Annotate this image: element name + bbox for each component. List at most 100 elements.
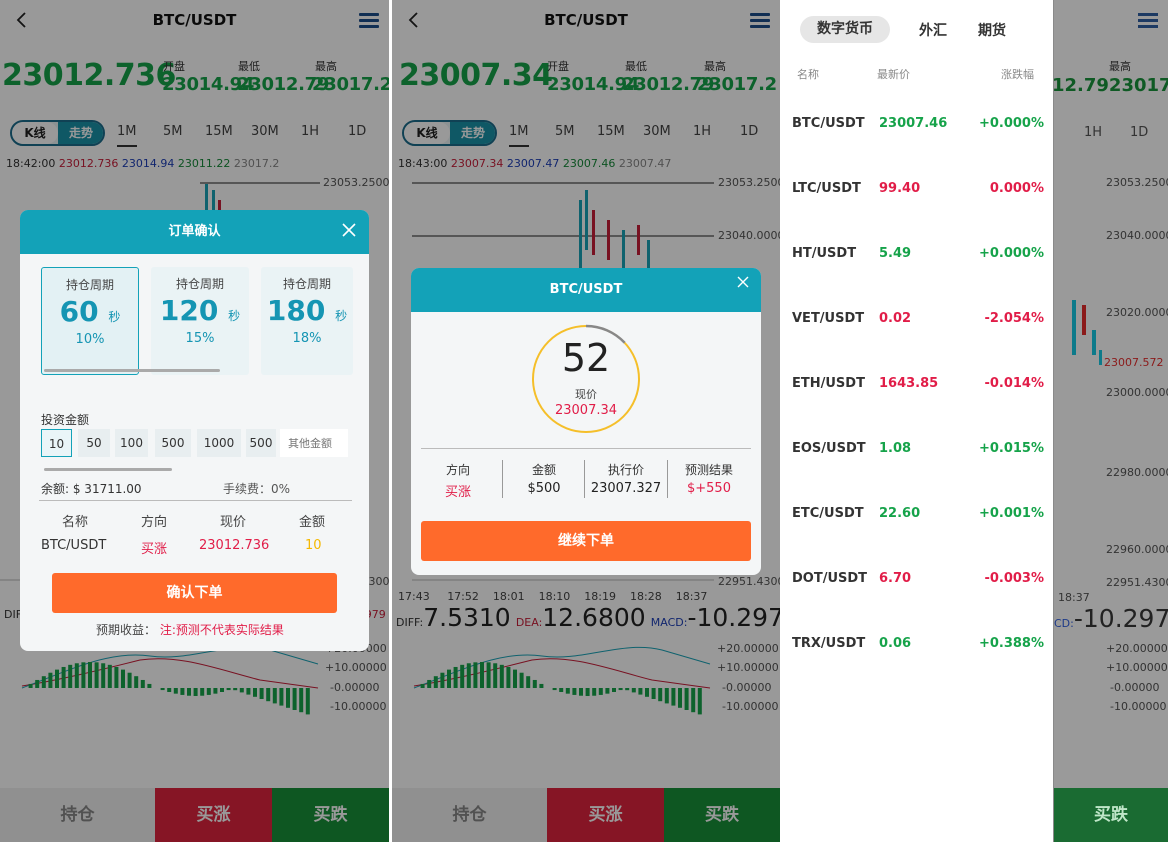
col-result-label: 预测结果 [684, 463, 733, 477]
candle [1092, 330, 1096, 355]
col-change-header: 涨跌幅 [1001, 68, 1034, 81]
row-price: 23007.46 [879, 116, 948, 131]
continue-order-button[interactable]: 继续下单 [421, 521, 751, 561]
macd-axis-label: +10.00000 [1106, 661, 1168, 674]
y-label: 23040.0000 [1106, 229, 1168, 242]
td-amount: 10 [305, 538, 322, 553]
amount-100[interactable]: 100 [115, 429, 148, 457]
row-price: 99.40 [879, 181, 921, 196]
market-row[interactable]: VET/USDT 0.02 -2.054% [781, 301, 1053, 351]
amount-500b[interactable]: 500 [246, 429, 276, 457]
market-row[interactable]: HT/USDT 5.49 +0.000% [781, 236, 1053, 286]
market-row[interactable]: ETC/USDT 22.60 +0.001% [781, 496, 1053, 546]
dimmed-chart: 最高 12.7923017.2 1H 1D 23053.2500 23040.0… [1054, 0, 1168, 842]
countdown-modal: BTC/USDT 52 现价 23007.34 方向 买涨 金额 $500 执行… [411, 268, 761, 575]
row-change: -0.003% [984, 571, 1044, 586]
col-amount-value: $500 [527, 481, 561, 496]
y-label: 23000.0000 [1106, 386, 1168, 399]
row-price: 5.49 [879, 246, 912, 261]
amount-1000[interactable]: 1000 [197, 429, 241, 457]
market-row[interactable]: LTC/USDT 99.40 0.000% [781, 171, 1053, 221]
th-price: 现价 [220, 515, 247, 530]
tab-futures[interactable]: 期货 [978, 20, 1006, 40]
market-row[interactable]: DOT/USDT 6.70 -0.003% [781, 561, 1053, 611]
candle [1072, 300, 1076, 355]
row-price: 6.70 [879, 571, 912, 586]
market-row[interactable]: EOS/USDT 1.08 +0.015% [781, 431, 1053, 481]
col-exec-value: 23007.327 [590, 481, 662, 496]
menu-icon[interactable] [1138, 13, 1158, 29]
amount-500[interactable]: 500 [155, 429, 191, 457]
y-label: 22951.4300 [1106, 576, 1168, 589]
order-confirm-modal: 订单确认 持仓周期 60 秒 10% 持仓周期 120 秒 15% 持仓周期 1… [20, 210, 369, 651]
row-price: 0.02 [879, 311, 912, 326]
row-change: +0.388% [978, 636, 1044, 651]
expected-profit: 预期收益： 注:预测不代表实际结果 [96, 623, 284, 637]
market-row[interactable]: TRX/USDT 0.06 +0.388% [781, 626, 1053, 676]
fee-text: 手续费：0% [223, 482, 291, 496]
row-symbol: VET/USDT [792, 311, 865, 326]
dimmed-candles [1072, 300, 1102, 365]
row-change: -0.014% [984, 376, 1044, 391]
y-label: 22980.0000 [1106, 466, 1168, 479]
modal-title: BTC/USDT [411, 268, 761, 312]
row-symbol: HT/USDT [792, 246, 857, 261]
period-card-120[interactable]: 持仓周期 120 秒 15% [151, 267, 249, 375]
td-name: BTC/USDT [41, 538, 107, 553]
screen-trade-order: BTC/USDT 23012.736 开盘 最低 最高 23014.94 230… [0, 0, 389, 842]
y-label: 22960.0000 [1106, 543, 1168, 556]
high-label: 最高 [1109, 60, 1131, 73]
col-direction-label: 方向 [445, 463, 470, 477]
tf-1h[interactable]: 1H [1084, 125, 1102, 140]
price-label: 现价 [575, 388, 597, 401]
screen-order-countdown: BTC/USDT 23007.34 开盘 最低 最高 23014.94 2301… [392, 0, 780, 842]
td-direction: 买涨 [141, 542, 168, 557]
tf-1d[interactable]: 1D [1130, 125, 1148, 140]
col-result-value: $+550 [687, 481, 731, 496]
y-label: 23053.2500 [1106, 176, 1168, 189]
amount-scrollbar[interactable] [44, 468, 172, 471]
row-change: 0.000% [989, 181, 1044, 196]
close-icon[interactable] [737, 276, 749, 288]
market-row[interactable]: ETH/USDT 1643.85 -0.014% [781, 366, 1053, 416]
amount-10[interactable]: 10 [41, 429, 72, 457]
other-amount-input[interactable] [280, 429, 348, 457]
th-direction: 方向 [141, 515, 168, 530]
row-change: +0.000% [978, 116, 1044, 131]
market-row[interactable]: BTC/USDT 23007.46 +0.000% [781, 106, 1053, 156]
period-scrollbar[interactable] [44, 369, 220, 372]
period-card-60[interactable]: 持仓周期 60 秒 10% [41, 267, 139, 375]
row-symbol: ETC/USDT [792, 506, 864, 521]
invest-label: 投资金额 [41, 413, 90, 427]
row-price: 22.60 [879, 506, 921, 521]
row-change: +0.000% [978, 246, 1044, 261]
row-change: +0.015% [978, 441, 1044, 456]
macd-axis-label: -0.00000 [1110, 681, 1160, 694]
col-amount-label: 金额 [531, 463, 556, 477]
row-symbol: TRX/USDT [792, 636, 866, 651]
period-card-180[interactable]: 持仓周期 180 秒 18% [261, 267, 353, 375]
close-icon[interactable] [341, 222, 357, 238]
row-symbol: DOT/USDT [792, 571, 868, 586]
th-amount: 金额 [299, 515, 326, 530]
tab-crypto[interactable]: 数字货币 [800, 16, 890, 43]
tab-forex[interactable]: 外汇 [919, 20, 947, 40]
row-symbol: BTC/USDT [792, 116, 865, 131]
time-label: 18:37 [1058, 591, 1090, 604]
macd-axis-label: +20.00000 [1106, 642, 1168, 655]
col-exec-label: 执行价 [607, 463, 644, 477]
row-symbol: EOS/USDT [792, 441, 866, 456]
col-price-header: 最新价 [877, 68, 910, 81]
row-symbol: ETH/USDT [792, 376, 865, 391]
row-symbol: LTC/USDT [792, 181, 861, 196]
buy-down-button[interactable]: 买跌 [1054, 788, 1168, 842]
confirm-order-button[interactable]: 确认下单 [52, 573, 337, 613]
modal-title: 订单确认 [20, 210, 369, 254]
y-label: 23020.0000 [1106, 306, 1168, 319]
amount-50[interactable]: 50 [78, 429, 110, 457]
divider [39, 500, 352, 501]
th-name: 名称 [62, 515, 89, 530]
balance-text: 余额: $ 31711.00 [41, 482, 142, 496]
countdown-number: 52 [561, 336, 611, 380]
macd-axis-label: -10.00000 [1110, 700, 1167, 713]
